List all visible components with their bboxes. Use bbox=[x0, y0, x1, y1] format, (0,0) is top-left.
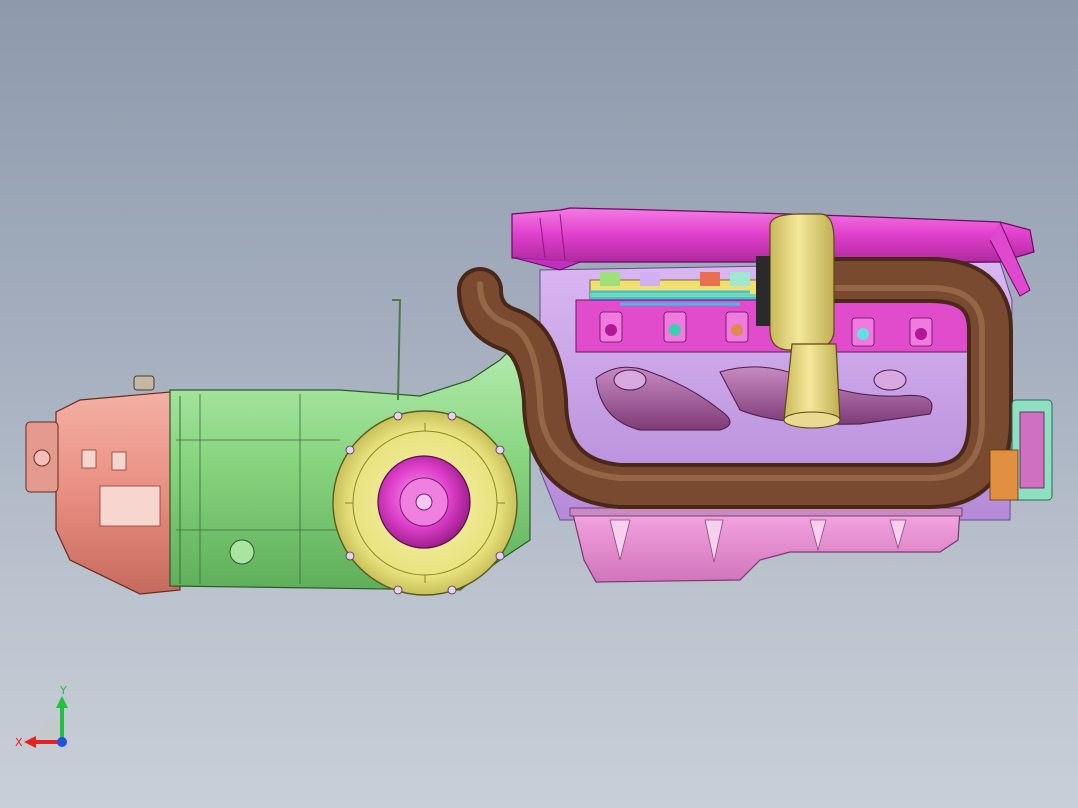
oil-pan[interactable] bbox=[569, 507, 963, 583]
transfer-case[interactable] bbox=[25, 375, 181, 595]
z-axis-dot bbox=[57, 737, 67, 747]
clutch-hub[interactable] bbox=[377, 455, 471, 549]
y-axis-head bbox=[56, 696, 68, 708]
y-axis-label: Y bbox=[59, 686, 67, 697]
x-axis-label: X bbox=[15, 736, 23, 749]
triad-arc bbox=[38, 716, 62, 740]
coordinate-triad: Y X bbox=[15, 686, 68, 749]
x-axis-head bbox=[24, 736, 36, 748]
cad-viewport[interactable]: Y X bbox=[0, 0, 1078, 808]
engine-assembly-model[interactable] bbox=[0, 0, 1078, 808]
